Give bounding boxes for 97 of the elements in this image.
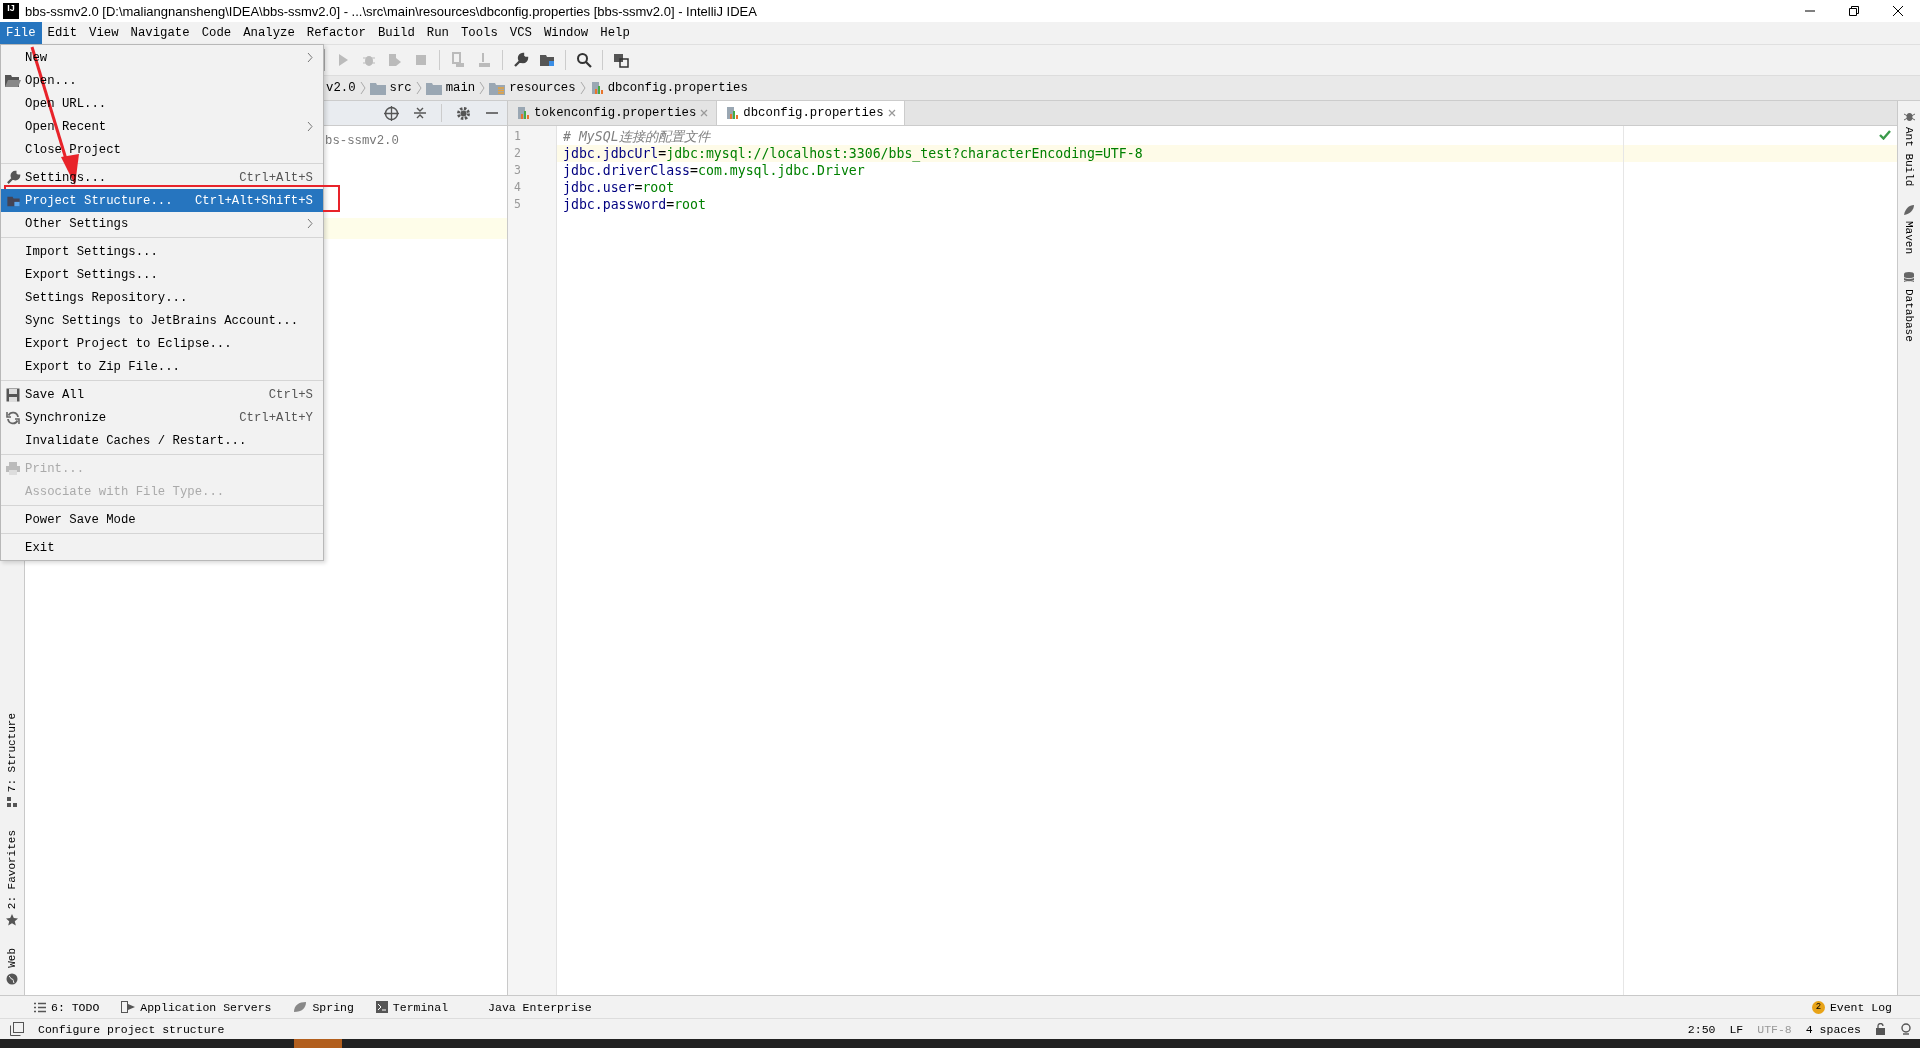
terminal-icon <box>375 1001 388 1013</box>
menu-item[interactable]: Export to Zip File... <box>1 355 323 378</box>
line-number: 2 <box>513 145 522 162</box>
feather-icon <box>1903 204 1915 217</box>
lock-icon[interactable] <box>1875 1023 1886 1035</box>
menu-bar-item[interactable]: Analyze <box>237 22 301 44</box>
chevron-right-icon <box>579 81 586 95</box>
database-icon <box>1904 272 1914 285</box>
tool-window-button[interactable]: Terminal <box>375 1000 449 1014</box>
tool-window-button[interactable]: Ant Build <box>1903 111 1915 187</box>
line-number: 1 <box>513 128 522 145</box>
status-message: Configure project structure <box>38 1022 225 1036</box>
settings-icon[interactable] <box>456 105 471 121</box>
menu-item[interactable]: Import Settings... <box>1 240 323 263</box>
collapse-all-icon[interactable] <box>413 106 427 120</box>
folder-icon <box>369 81 386 95</box>
code-line: jdbc.driverClass=com.mysql.jdbc.Driver <box>563 163 865 178</box>
menu-bar-item[interactable]: Edit <box>41 22 84 44</box>
tool-window-button[interactable]: 2: Favorites <box>6 829 18 927</box>
search-icon[interactable] <box>576 52 592 68</box>
tool-window-button[interactable]: Spring <box>293 1000 354 1014</box>
menu-item[interactable]: Open Recent <box>1 115 323 138</box>
menu-item[interactable]: Power Save Mode <box>1 508 323 531</box>
tool-windows-toggle-icon[interactable] <box>10 1022 24 1036</box>
editor-tab[interactable]: dbconfig.properties <box>717 101 905 125</box>
line-separator-selector[interactable]: LF <box>1729 1022 1744 1036</box>
window-title: bbs-ssmv2.0 [D:\maliangnansheng\IDEA\bbs-ssmv2.0] - ...\src\main\resources\dbconfig.properties [bbs-ssmv2.0] - IntelliJ IDEA <box>25 3 757 19</box>
locate-icon[interactable] <box>384 105 399 121</box>
menu-item[interactable]: Settings Repository... <box>1 286 323 309</box>
menu-item[interactable]: Export Settings... <box>1 263 323 286</box>
checkmark-icon <box>1879 130 1891 140</box>
menu-item[interactable]: Synchronize Ctrl+Alt+Y <box>1 406 323 429</box>
resources-folder-icon <box>489 81 506 95</box>
tool-window-button[interactable]: Application Servers <box>121 1000 272 1014</box>
menu-bar-item[interactable]: File <box>0 22 42 44</box>
tool-window-button[interactable]: Maven <box>1903 204 1915 255</box>
folder-icon <box>5 74 21 87</box>
menu-item[interactable]: Export Project to Eclipse... <box>1 332 323 355</box>
code-line: jdbc.user=root <box>563 180 675 195</box>
close-icon[interactable] <box>1892 5 1904 17</box>
breadcrumb-item[interactable]: resources <box>489 81 576 95</box>
properties-file-icon <box>589 81 604 95</box>
sync-icon <box>6 410 20 425</box>
wrench-icon[interactable] <box>513 52 529 68</box>
folder-icon <box>425 81 442 95</box>
code-line: jdbc.password=root <box>563 197 706 212</box>
line-number: 4 <box>513 179 522 196</box>
menu-bar-item[interactable]: Tools <box>454 22 504 44</box>
menu-bar-item[interactable]: Refactor <box>300 22 372 44</box>
menu-bar-item[interactable]: VCS <box>503 22 538 44</box>
code-comment: # MySQL连接的配置文件 <box>563 129 710 144</box>
project-structure-icon[interactable] <box>539 52 555 68</box>
tool-window-button[interactable]: 7: Structure <box>6 712 18 808</box>
breadcrumb-item[interactable]: v2.0 <box>326 81 356 95</box>
ant-icon <box>1903 111 1915 122</box>
event-log-button[interactable]: 2 Event Log <box>1811 1000 1892 1014</box>
server-run-icon <box>121 1001 136 1013</box>
restore-icon[interactable] <box>1848 5 1860 17</box>
structure-icon <box>6 796 18 808</box>
properties-file-icon <box>725 106 740 120</box>
chevron-right-icon <box>359 81 366 95</box>
breadcrumb-item[interactable]: main <box>425 81 476 95</box>
menu-bar-item[interactable]: Window <box>537 22 595 44</box>
menu-item[interactable]: Invalidate Caches / Restart... <box>1 429 323 452</box>
line-number: 3 <box>513 162 522 179</box>
menu-item[interactable]: Exit <box>1 536 323 559</box>
menu-bar-item[interactable]: Code <box>195 22 238 44</box>
menu-item[interactable]: Project Structure... Ctrl+Alt+Shift+S <box>1 189 323 212</box>
menu-bar-item[interactable]: View <box>83 22 125 44</box>
breadcrumb-item[interactable]: src <box>369 81 412 95</box>
printer-icon <box>6 462 20 475</box>
star-icon <box>6 914 18 927</box>
tool-window-button[interactable]: Web <box>6 948 18 985</box>
leaf-icon <box>293 1001 308 1013</box>
menu-bar-item[interactable]: Help <box>594 22 636 44</box>
menu-bar-item[interactable]: Run <box>420 22 455 44</box>
menu-item[interactable]: Other Settings <box>1 212 323 235</box>
code-line: jdbc.jdbcUrl=jdbc:mysql://localhost:3306/bbs_test?characterEncoding=UTF-8 <box>563 146 1143 161</box>
menu-item[interactable]: Save All Ctrl+S <box>1 383 323 406</box>
caret-position[interactable]: 2:50 <box>1687 1022 1716 1036</box>
menu-bar-item[interactable]: Navigate <box>124 22 196 44</box>
menu-item[interactable]: Close Project <box>1 138 323 161</box>
list-icon <box>34 1001 46 1013</box>
tool-window-button[interactable]: Database <box>1903 272 1915 343</box>
breadcrumb-item[interactable]: dbconfig.properties <box>589 81 748 95</box>
app-logo: IJ <box>3 3 19 19</box>
save-icon <box>6 387 20 402</box>
menu-item[interactable]: Sync Settings to JetBrains Account... <box>1 309 323 332</box>
menu-bar-item[interactable]: Build <box>371 22 421 44</box>
chevron-right-icon <box>479 81 486 95</box>
chevron-right-icon <box>415 81 422 95</box>
tool-window-button[interactable]: 6: TODO <box>34 1000 100 1014</box>
line-number: 5 <box>513 196 522 213</box>
properties-file-icon <box>516 106 530 120</box>
indent-selector[interactable]: 4 spaces <box>1805 1022 1861 1036</box>
tool-window-button[interactable]: Java Enterprise <box>488 1000 592 1014</box>
wrench-icon <box>5 170 21 185</box>
